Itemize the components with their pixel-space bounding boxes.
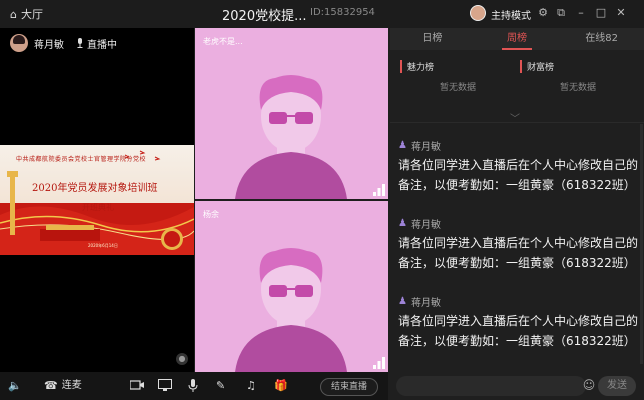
chat-message: ♟ 蒋月敏 请各位同学进入直播后在个人中心修改自己的备注，以便考勤如：一组黄豪（… [398,294,638,351]
message-author: 蒋月敏 [410,298,441,309]
close-icon[interactable]: ✕ [614,6,628,20]
signal-icon [373,184,385,196]
divider [390,122,644,123]
participant-name: 老虎不是... [203,37,243,46]
title-bar: ⌂ 大厅 2020党校提... ID:15832954 主持模式 ⚙ ⧉ – □… [0,0,644,28]
wealth-ranking-empty: 暂无数据 [560,83,597,93]
tab-weekly[interactable]: 周榜 [475,28,560,50]
side-panel: 日榜 周榜 在线82 魅力榜 暂无数据 财富榜 暂无数据 ﹀ ♟ 蒋月敏 请各位… [390,28,644,372]
default-avatar-figure [235,75,347,199]
window-title: 2020党校提... [222,9,307,24]
user-icon: ♟ [398,140,407,151]
camera-icon[interactable] [129,379,144,393]
main-video: 蒋月敏 直播中 中共成都航院委员会党校士官管理学院分党校 2020年党员发展对象… [0,28,194,372]
live-label: 直播中 [87,39,117,51]
send-button[interactable]: 发送 [598,376,636,396]
message-text: 请各位同学进入直播后在个人中心修改自己的备注，以便考勤如：一组黄豪（618322… [398,158,639,192]
chat-message: ♟ 蒋月敏 请各位同学进入直播后在个人中心修改自己的备注，以便考勤如：一组黄豪（… [398,138,638,195]
bottom-toolbar: 🔈 ☎ 连麦 ✎ ♫ 🎁 结束直播 [0,372,388,400]
participant-name: 杨余 [203,210,219,219]
settings-icon[interactable]: ⚙ [536,6,550,20]
slide-line-1: 中共成都航院委员会党校士官管理学院分党校 [16,156,147,163]
charm-ranking-label[interactable]: 魅力榜 [400,60,434,73]
message-author: 蒋月敏 [410,142,441,153]
message-text: 请各位同学进入直播后在个人中心修改自己的备注，以便考勤如：一组黄豪（618322… [398,314,639,348]
shared-slide: 中共成都航院委员会党校士官管理学院分党校 2020年党员发展对象培训班 开班典礼… [0,145,194,255]
phone-icon: ☎ [44,379,58,392]
edit-icon[interactable]: ✎ [216,379,225,393]
presenter-avatar [10,34,28,52]
back-to-lobby-button[interactable]: ⌂ 大厅 [10,6,43,22]
presenter-info: 蒋月敏 直播中 [10,34,117,52]
minimize-icon[interactable]: – [574,6,588,20]
end-live-button[interactable]: 结束直播 [320,378,378,396]
message-author: 蒋月敏 [410,220,441,231]
mode-label[interactable]: 主持模式 [491,7,531,22]
ranking-tabs: 日榜 周榜 在线82 [390,28,644,50]
music-icon[interactable]: ♫ [246,379,256,393]
video-tile[interactable]: 老虎不是... [195,28,388,199]
signal-icon [373,357,385,369]
chat-scrollbar[interactable] [640,124,643,364]
chat-input-bar: ☺ 发送 [390,372,644,400]
microphone-icon [77,38,83,48]
chat-message: ♟ 蒋月敏 请各位同学进入直播后在个人中心修改自己的备注，以便考勤如：一组黄豪（… [398,216,638,273]
slide-line-3: 开班典礼 [82,203,114,212]
slide-line-2: 2020年党员发展对象培训班 [32,183,158,194]
home-icon: ⌂ [10,7,17,21]
tab-daily[interactable]: 日榜 [390,28,475,50]
emoji-icon[interactable]: ☺ [582,378,596,392]
maximize-icon[interactable]: □ [594,6,608,20]
message-text: 请各位同学进入直播后在个人中心修改自己的备注，以便考勤如：一组黄豪（618322… [398,236,639,270]
default-avatar-figure [235,248,347,372]
video-tile[interactable]: 杨余 [195,201,388,372]
presenter-name: 蒋月敏 [34,39,64,51]
screen-share-icon[interactable] [158,379,172,393]
user-icon: ♟ [398,296,407,307]
room-id: ID:15832954 [310,7,375,18]
tab-online[interactable]: 在线82 [559,28,644,50]
volume-icon[interactable]: 🔈 [8,379,22,393]
popout-icon[interactable]: ⧉ [554,6,568,20]
back-label: 大厅 [20,8,43,21]
connect-mic-button[interactable]: ☎ 连麦 [44,379,82,393]
microphone-icon[interactable]: ● [176,353,188,365]
connect-label: 连麦 [61,380,82,391]
microphone-icon[interactable] [188,379,198,393]
chat-input[interactable] [396,376,586,396]
wealth-ranking-label[interactable]: 财富榜 [520,60,554,73]
charm-ranking-empty: 暂无数据 [440,83,477,93]
live-status: 直播中 [76,36,117,51]
user-avatar[interactable] [470,5,486,21]
user-icon: ♟ [398,218,407,229]
slide-date: 2020年6月14日 [88,243,118,248]
gift-icon[interactable]: 🎁 [274,379,288,393]
